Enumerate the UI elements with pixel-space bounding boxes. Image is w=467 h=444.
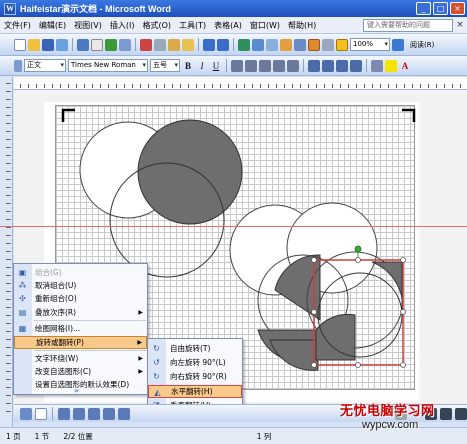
menu-item-change-autoshape[interactable]: 改变自选图形(C) ▶ (14, 365, 147, 378)
order-icon: ▤ (18, 308, 27, 317)
status-line: 1 列 (256, 431, 272, 441)
status-page: 1 页 (6, 431, 21, 441)
menu-item-ungroup[interactable]: ⁂ 取消组合(U) (14, 279, 147, 292)
toolbar-separator (52, 407, 53, 420)
submenu-arrow-icon: ▶ (137, 339, 142, 346)
menu-item-regroup[interactable]: ✣ 重新组合(O) (14, 292, 147, 305)
rotate-right-icon: ↻ (153, 372, 160, 381)
menu-item-label: 组合(G) (35, 268, 62, 277)
site-watermark: 无忧电脑学习网 wypcw.com (340, 400, 465, 440)
shaded-segment-shape[interactable] (371, 261, 404, 316)
arrow-icon[interactable] (88, 407, 100, 420)
menu-item-group[interactable]: ▣ 组合(G) (14, 266, 147, 279)
word-window: W Haifeistar演示文档 - Microsoft Word _ □ × … (0, 0, 467, 444)
group-icon: ▣ (18, 268, 27, 277)
context-menu: ▣ 组合(G) ⁂ 取消组合(U) ✣ 重新组合(O) ▤ 叠放次序(R) ▶ ▦ 绘图网格… (13, 263, 148, 395)
select-objects-icon[interactable] (35, 407, 47, 420)
menu-separator (34, 350, 146, 351)
rotate-left-icon: ↺ (153, 358, 160, 367)
watermark-title: 无忧电脑学习网 (340, 404, 435, 419)
circle-shape[interactable] (317, 272, 403, 358)
grid-icon: ▦ (18, 324, 27, 333)
menu-item-drawing-grid[interactable]: ▦ 绘图网格(I)... (14, 322, 147, 335)
menu-item-label: 改变自选图形(C) (35, 367, 92, 376)
regroup-icon: ✣ (19, 294, 26, 303)
menu-item-label: 旋转或翻转(P) (36, 338, 84, 347)
menu-expand-chevron-icon[interactable]: » (14, 386, 147, 396)
menu-item-label: 叠放次序(R) (35, 308, 77, 317)
menu-item-free-rotate[interactable]: ↻ 自由旋转(T) (148, 342, 242, 355)
menu-item-rotate-left[interactable]: ↺ 向左旋转 90°(L) (148, 356, 242, 369)
free-rotate-icon: ↻ (153, 344, 160, 353)
submenu-arrow-icon: ▶ (138, 368, 143, 375)
menu-item-label: 向右旋转 90°(R) (170, 372, 227, 381)
menu-item-flip-horizontal[interactable]: ◭ 水平翻转(H) (148, 385, 242, 398)
flip-horizontal-icon: ◭ (154, 388, 161, 397)
menu-separator (34, 320, 146, 321)
ungroup-icon: ⁂ (18, 281, 27, 290)
menu-item-label: 取消组合(U) (35, 281, 77, 290)
status-position: 2/2 位置 (63, 431, 93, 441)
menu-item-text-wrapping[interactable]: 文字环绕(W) ▶ (14, 352, 147, 365)
rotate-flip-submenu: ↻ 自由旋转(T) ↺ 向左旋转 90°(L) ↻ 向右旋转 90°(R) ◭ 水平翻转… (147, 338, 243, 414)
menu-item-label: 文字环绕(W) (35, 354, 79, 363)
menu-item-rotate-flip[interactable]: 旋转或翻转(P) ▶ (14, 336, 147, 349)
autoshapes-icon[interactable] (58, 407, 70, 420)
guide-line (0, 226, 467, 227)
submenu-arrow-icon: ▶ (138, 309, 143, 316)
menu-item-label: 自由旋转(T) (170, 344, 211, 353)
status-section: 1 节 (34, 431, 50, 441)
shaded-circle-shape[interactable] (137, 119, 243, 225)
line-icon[interactable] (73, 407, 85, 420)
menu-item-rotate-right[interactable]: ↻ 向右旋转 90°(R) (148, 370, 242, 383)
menu-item-label: 绘图网格(I)... (35, 324, 81, 333)
menu-item-label: 水平翻转(H) (171, 387, 213, 396)
rotate-handle[interactable] (354, 245, 362, 253)
menu-item-label: 向左旋转 90°(L) (170, 358, 226, 367)
menu-item-order[interactable]: ▤ 叠放次序(R) ▶ (14, 306, 147, 319)
menu-item-label: 重新组合(O) (35, 294, 77, 303)
rectangle-icon[interactable] (103, 407, 115, 420)
draw-menu-icon[interactable] (20, 407, 32, 420)
submenu-arrow-icon: ▶ (138, 355, 143, 362)
shaded-segment-shape[interactable] (315, 313, 356, 361)
watermark-url: wypcw.com (362, 419, 419, 431)
oval-icon[interactable] (118, 407, 130, 420)
